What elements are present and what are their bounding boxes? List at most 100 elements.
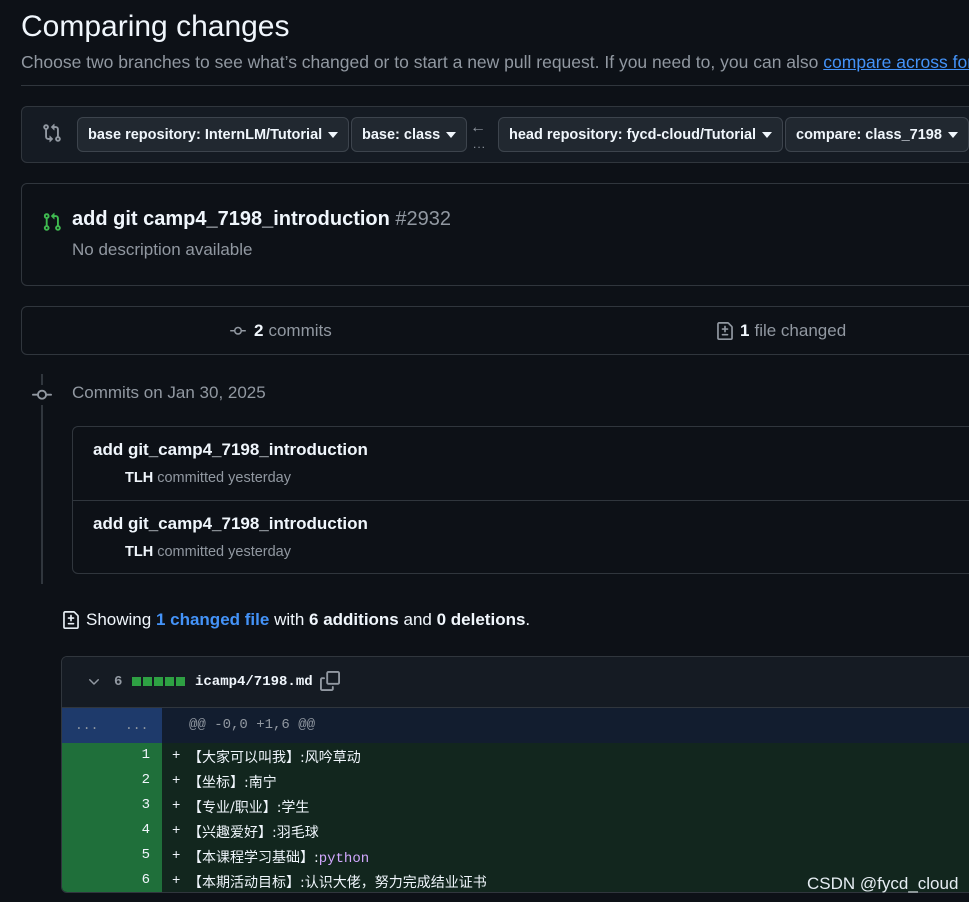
- head-repository-select[interactable]: head repository: fycd-cloud/Tutorial: [498, 117, 784, 152]
- subtitle-text: Choose two branches to see what’s change…: [21, 52, 819, 72]
- deletions-count: 0 deletions: [436, 610, 526, 629]
- watermark: CSDN @fycd_cloud: [807, 874, 959, 893]
- commit-message-link[interactable]: add git_camp4_7198_introduction: [93, 514, 368, 534]
- line-code: 【本期活动目标】:认识大佬，努力完成结业证书: [188, 872, 487, 892]
- diff-line-count: 6: [114, 674, 123, 690]
- pull-request-title[interactable]: add git camp4_7198_introduction #2932: [72, 208, 451, 231]
- base-branch-label: base: class: [362, 126, 441, 143]
- chevron-down-icon[interactable]: [86, 674, 102, 690]
- page-title: Comparing changes: [21, 10, 290, 43]
- diff-line: 3 + 【专业/职业】:学生: [62, 793, 969, 818]
- line-gutter: 3: [62, 793, 162, 818]
- file-diff: 6 icamp4/7198.md ... ... @@ -0,0 +1,6 @@…: [61, 656, 969, 893]
- commits-date-heading: Commits on Jan 30, 2025: [72, 383, 266, 402]
- compare-summary: 2 commits 1 file changed: [21, 306, 969, 355]
- line-text: 【大家可以叫我】:风吟草动: [188, 750, 361, 766]
- diffstat-block: [143, 677, 152, 686]
- compare-branch-select[interactable]: compare: class_7198: [785, 117, 969, 152]
- line-text: 【兴趣爱好】:羽毛球: [188, 825, 319, 841]
- line-gutter: 2: [62, 768, 162, 793]
- diffstat-block: [154, 677, 163, 686]
- dots-separator: ...: [473, 137, 487, 151]
- line-code: 【大家可以叫我】:风吟草动: [188, 747, 361, 767]
- diffstat-block: [165, 677, 174, 686]
- caret-down-icon: [328, 131, 339, 138]
- addition-sign: +: [172, 798, 181, 814]
- files-count: 1: [740, 321, 750, 340]
- diffstat-block: [176, 677, 185, 686]
- files-label: file changed: [754, 321, 847, 340]
- file-diff-icon: [717, 322, 733, 340]
- showing-and: and: [403, 610, 432, 629]
- line-number[interactable]: 2: [142, 772, 150, 788]
- hunk-header-row: ... ... @@ -0,0 +1,6 @@: [62, 708, 969, 743]
- hunk-right-dots: ...: [125, 718, 149, 733]
- git-commit-icon: [230, 326, 246, 335]
- commit-message-link[interactable]: add git_camp4_7198_introduction: [93, 440, 368, 460]
- commit-author[interactable]: TLH: [125, 470, 153, 486]
- commits-count: 2: [254, 321, 264, 340]
- files-summary[interactable]: 1 file changed: [716, 321, 846, 341]
- file-header: 6 icamp4/7198.md: [62, 657, 969, 708]
- showing-prefix: Showing: [86, 610, 152, 629]
- commit-time: committed yesterday: [157, 544, 291, 560]
- caret-down-icon: [947, 131, 958, 138]
- copy-icon[interactable]: [320, 671, 340, 691]
- line-code: 【坐标】:南宁: [188, 772, 277, 792]
- pull-request-title-text: add git camp4_7198_introduction: [72, 208, 390, 230]
- line-keyword: python: [318, 851, 370, 867]
- page-subtitle: Choose two branches to see what’s change…: [21, 52, 969, 73]
- diffstat-block: [132, 677, 141, 686]
- commits-label: commits: [268, 321, 332, 340]
- git-commit-icon: [30, 385, 54, 405]
- base-repository-select[interactable]: base repository: InternLM/Tutorial: [77, 117, 350, 152]
- line-gutter: 6: [62, 868, 162, 892]
- addition-sign: +: [172, 773, 181, 789]
- base-branch-select[interactable]: base: class: [351, 117, 468, 152]
- file-name-link[interactable]: icamp4/7198.md: [195, 674, 313, 690]
- changed-files-link[interactable]: 1 changed file: [156, 610, 269, 630]
- commit-time: committed yesterday: [157, 470, 291, 486]
- line-number[interactable]: 6: [142, 872, 150, 888]
- commit-meta: TLH committed yesterday: [125, 544, 291, 560]
- additions-count: 6 additions: [309, 610, 399, 629]
- line-code: 【兴趣爱好】:羽毛球: [188, 822, 319, 842]
- line-text: 【本课程学习基础】:: [188, 850, 319, 866]
- line-code: 【本课程学习基础】:python: [188, 847, 369, 867]
- diff-line: 5 + 【本课程学习基础】:python: [62, 843, 969, 868]
- line-text: 【专业/职业】:学生: [188, 800, 310, 816]
- range-editor: base repository: InternLM/Tutorial base:…: [21, 106, 969, 163]
- hunk-left-dots: ...: [75, 718, 99, 733]
- commit-list: add git_camp4_7198_introduction TLH comm…: [72, 426, 969, 574]
- commits-summary[interactable]: 2 commits: [228, 321, 332, 341]
- commit-author[interactable]: TLH: [125, 544, 153, 560]
- hunk-header: @@ -0,0 +1,6 @@: [189, 717, 316, 733]
- line-text: 【本期活动目标】:认识大佬，努力完成结业证书: [188, 875, 487, 891]
- line-number[interactable]: 5: [142, 847, 150, 863]
- showing-period: .: [525, 610, 531, 629]
- diff-line: 4 + 【兴趣爱好】:羽毛球: [62, 818, 969, 843]
- addition-sign: +: [172, 848, 181, 864]
- line-number[interactable]: 3: [142, 797, 150, 813]
- compare-across-forks-link[interactable]: compare across forks: [823, 52, 969, 72]
- pull-request-description: No description available: [72, 240, 253, 259]
- pull-request-card: add git camp4_7198_introduction #2932 No…: [21, 183, 969, 286]
- divider: [21, 85, 969, 86]
- commit-item: add git_camp4_7198_introduction TLH comm…: [73, 427, 969, 500]
- caret-down-icon: [446, 131, 457, 138]
- line-gutter: 1: [62, 743, 162, 768]
- line-gutter: 5: [62, 843, 162, 868]
- diff-stats-line: Showing 1 changed file with 6 additions …: [62, 610, 530, 630]
- hunk-expander[interactable]: ... ...: [62, 708, 162, 743]
- addition-sign: +: [172, 823, 181, 839]
- caret-down-icon: [762, 131, 773, 138]
- line-number[interactable]: 1: [142, 747, 150, 763]
- base-repository-label: base repository: InternLM/Tutorial: [88, 126, 323, 143]
- compare-branch-label: compare: class_7198: [796, 126, 942, 143]
- showing-with: with: [274, 610, 305, 629]
- addition-sign: +: [172, 748, 181, 764]
- file-diff-icon: [63, 611, 79, 629]
- line-number[interactable]: 4: [142, 822, 150, 838]
- commit-item: add git_camp4_7198_introduction TLH comm…: [73, 500, 969, 573]
- head-repository-label: head repository: fycd-cloud/Tutorial: [509, 126, 757, 143]
